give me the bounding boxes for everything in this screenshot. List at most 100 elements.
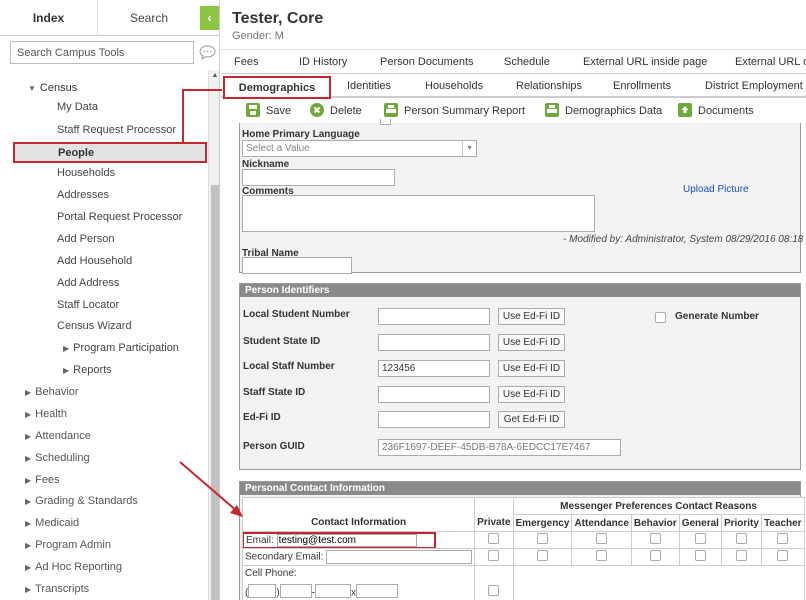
phone-line-input[interactable] bbox=[315, 584, 352, 598]
tab-person-documents[interactable]: Person Documents bbox=[380, 50, 474, 74]
phone-prefix-input[interactable] bbox=[279, 584, 312, 598]
email-input[interactable] bbox=[276, 533, 417, 547]
nav-my-data[interactable]: My Data bbox=[57, 97, 98, 117]
tab-schedule[interactable]: Schedule bbox=[504, 50, 550, 74]
nav-grading-standards[interactable]: ▶ Grading & Standards bbox=[25, 491, 138, 511]
email-priority-checkbox[interactable] bbox=[735, 533, 747, 544]
phone-area-code-input[interactable] bbox=[248, 584, 277, 598]
sidebar-tabs: Index Search ‹ bbox=[0, 0, 219, 36]
nav-portal-request-processor[interactable]: Portal Request Processor bbox=[57, 207, 182, 227]
local-staff-number-input[interactable] bbox=[378, 360, 490, 377]
nav-add-household[interactable]: Add Household bbox=[57, 251, 132, 271]
partial-checkbox[interactable] bbox=[380, 119, 391, 125]
nav-staff-request-processor[interactable]: Staff Request Processor bbox=[57, 120, 176, 140]
use-ed-fi-id-button[interactable]: Use Ed-Fi ID bbox=[498, 360, 565, 377]
save-button[interactable]: Save bbox=[246, 102, 291, 120]
nav-staff-locator[interactable]: Staff Locator bbox=[57, 295, 119, 315]
tab-demographics[interactable]: Demographics bbox=[223, 76, 331, 99]
search-campus-tools-input[interactable] bbox=[10, 41, 194, 64]
local-student-number-input[interactable] bbox=[378, 308, 490, 325]
nav-reports[interactable]: ▶ Reports bbox=[63, 360, 112, 380]
nav-transcripts[interactable]: ▶ Transcripts bbox=[25, 579, 89, 599]
tab-district-employment[interactable]: District Employment bbox=[705, 74, 803, 98]
delete-icon bbox=[310, 103, 324, 117]
nav-program-participation[interactable]: ▶ Program Participation bbox=[63, 338, 179, 358]
email-emergency-checkbox[interactable] bbox=[536, 533, 548, 544]
email-general-checkbox[interactable] bbox=[694, 533, 706, 544]
secondary-email-emergency-checkbox[interactable] bbox=[536, 550, 548, 561]
tribal-name-input[interactable] bbox=[242, 257, 352, 274]
home-language-select-value: Select a Value bbox=[246, 143, 310, 154]
nav-households[interactable]: Households bbox=[57, 163, 115, 183]
staff-state-id-input[interactable] bbox=[378, 386, 490, 403]
secondary-email-teacher-checkbox[interactable] bbox=[777, 550, 789, 561]
nav-addresses[interactable]: Addresses bbox=[57, 185, 109, 205]
messenger-preferences-header: Messenger Preferences Contact Reasons bbox=[512, 497, 805, 515]
tab-identities[interactable]: Identities bbox=[347, 74, 391, 98]
secondary-email-private-checkbox[interactable] bbox=[488, 550, 500, 561]
tab-search[interactable]: Search bbox=[97, 0, 200, 36]
generate-number-checkbox[interactable] bbox=[655, 312, 666, 323]
nav-census-label: Census bbox=[39, 82, 78, 94]
tab-external-url[interactable]: External URL o bbox=[735, 50, 806, 74]
tab-enrollments[interactable]: Enrollments bbox=[613, 74, 671, 98]
home-language-select[interactable]: Select a Value ▼ bbox=[242, 140, 477, 157]
use-ed-fi-id-button[interactable]: Use Ed-Fi ID bbox=[498, 386, 565, 403]
tab-fees[interactable]: Fees bbox=[234, 50, 258, 74]
ed-fi-id-input[interactable] bbox=[378, 411, 490, 428]
student-state-id-input[interactable] bbox=[378, 334, 490, 351]
email-teacher-checkbox[interactable] bbox=[777, 533, 789, 544]
nickname-input[interactable] bbox=[242, 169, 395, 186]
use-ed-fi-id-button[interactable]: Use Ed-Fi ID bbox=[498, 308, 565, 325]
scrollbar-thumb[interactable] bbox=[211, 185, 219, 600]
get-ed-fi-id-button[interactable]: Get Ed-Fi ID bbox=[498, 411, 565, 428]
demographics-data-button[interactable]: Demographics Data bbox=[545, 102, 662, 120]
nav-medicaid[interactable]: ▶ Medicaid bbox=[25, 513, 79, 533]
reason-header-priority: Priority bbox=[720, 514, 762, 532]
secondary-email-input[interactable] bbox=[326, 550, 473, 564]
secondary-email-priority-checkbox[interactable] bbox=[735, 550, 747, 561]
action-toolbar: Save Delete Person Summary Report Demogr… bbox=[221, 100, 806, 122]
chevron-down-icon[interactable]: ▼ bbox=[462, 141, 476, 156]
nav-census-wizard[interactable]: Census Wizard bbox=[57, 316, 132, 336]
expanded-triangle-icon: ▼ bbox=[28, 84, 36, 93]
cell-phone-private-checkbox[interactable] bbox=[488, 585, 500, 596]
tab-external-url-inside-page[interactable]: External URL inside page bbox=[583, 50, 707, 74]
phone-extension-input[interactable] bbox=[356, 584, 399, 598]
nav-census[interactable]: ▼ Census bbox=[28, 78, 77, 98]
person-identifiers-panel: Person Identifiers Local Student Number … bbox=[239, 283, 801, 470]
email-behavior-checkbox[interactable] bbox=[649, 533, 661, 544]
sidebar-scrollbar[interactable]: ▲ bbox=[208, 70, 219, 600]
nav-attendance[interactable]: ▶ Attendance bbox=[25, 426, 91, 446]
delete-button[interactable]: Delete bbox=[310, 102, 362, 120]
secondary-email-general-checkbox[interactable] bbox=[694, 550, 706, 561]
tab-index[interactable]: Index bbox=[0, 0, 97, 36]
secondary-email-behavior-checkbox[interactable] bbox=[649, 550, 661, 561]
tab-households[interactable]: Households bbox=[425, 74, 483, 98]
chat-bubble-icon[interactable] bbox=[199, 45, 216, 60]
tab-id-history[interactable]: ID History bbox=[299, 50, 347, 74]
secondary-email-attendance-checkbox[interactable] bbox=[596, 550, 608, 561]
nav-behavior[interactable]: ▶ Behavior bbox=[25, 382, 79, 402]
upload-picture-link[interactable]: Upload Picture bbox=[683, 184, 749, 195]
comments-textarea[interactable] bbox=[242, 195, 595, 232]
person-guid-input[interactable] bbox=[378, 439, 621, 456]
documents-button[interactable]: Documents bbox=[678, 102, 754, 120]
tab-relationships[interactable]: Relationships bbox=[516, 74, 582, 98]
collapse-sidebar-button[interactable]: ‹ bbox=[200, 6, 219, 30]
nav-add-person[interactable]: Add Person bbox=[57, 229, 114, 249]
nav-program-participation-label: Program Participation bbox=[73, 342, 179, 354]
email-attendance-checkbox[interactable] bbox=[596, 533, 608, 544]
nav-health[interactable]: ▶ Health bbox=[25, 404, 67, 424]
nav-scheduling[interactable]: ▶ Scheduling bbox=[25, 448, 90, 468]
nav-people[interactable]: People bbox=[13, 142, 207, 163]
use-ed-fi-id-button[interactable]: Use Ed-Fi ID bbox=[498, 334, 565, 351]
person-summary-report-button[interactable]: Person Summary Report bbox=[384, 102, 525, 120]
nav-add-address[interactable]: Add Address bbox=[57, 273, 119, 293]
nav-program-admin[interactable]: ▶ Program Admin bbox=[25, 535, 111, 555]
nav-fees[interactable]: ▶ Fees bbox=[25, 470, 60, 490]
email-private-checkbox[interactable] bbox=[488, 533, 500, 544]
nav-ad-hoc-reporting[interactable]: ▶ Ad Hoc Reporting bbox=[25, 557, 122, 577]
scroll-up-arrow-icon[interactable]: ▲ bbox=[209, 70, 219, 82]
home-language-label: Home Primary Language bbox=[242, 129, 360, 140]
